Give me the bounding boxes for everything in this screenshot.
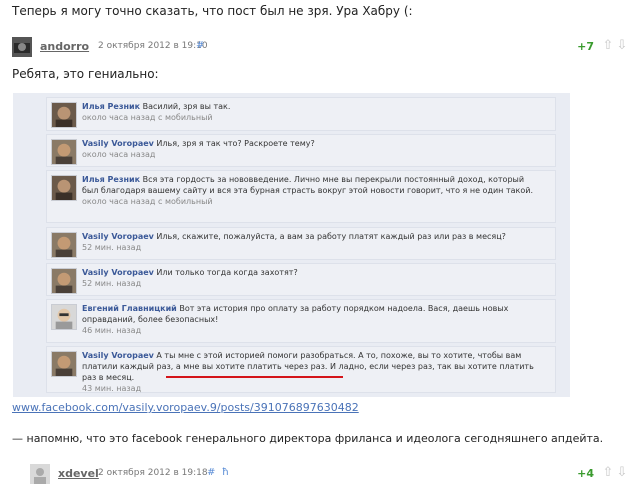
fb-text: Илья, скажите, пожалуйста, а вам за рабо… [156, 232, 506, 241]
fb-text: Вся эта гордость за нововведение. Лично … [82, 175, 533, 195]
fb-name[interactable]: Vasily Voropaev [82, 139, 154, 148]
avatar[interactable] [12, 37, 32, 57]
username[interactable]: andorro [40, 40, 89, 53]
comment-text-top: Теперь я могу точно сказать, что пост бы… [12, 4, 413, 18]
fb-comment: Vasily Voropaev Или только тогда когда з… [46, 263, 556, 296]
avatar [51, 351, 77, 377]
avatar[interactable] [30, 464, 50, 484]
vote-up-icon[interactable]: ⇧ [602, 38, 614, 53]
fb-time: около часа назад [82, 150, 156, 159]
fb-time: 46 мин. назад [82, 326, 142, 335]
comment-date: 2 октября 2012 в 19:18 [98, 468, 208, 478]
reply-icon[interactable]: ħ [222, 467, 229, 478]
fb-comment: Евгений Главницкий Вот эта история про о… [46, 299, 556, 343]
fb-name[interactable]: Vasily Voropaev [82, 232, 154, 241]
username[interactable]: xdevel [58, 467, 99, 480]
fb-name[interactable]: Vasily Voropaev [82, 268, 154, 277]
fb-time: около часа назад с мобильный [82, 113, 213, 122]
facebook-link[interactable]: www.facebook.com/vasily.voropaev.9/posts… [12, 401, 359, 414]
vote-up-icon[interactable]: ⇧ [602, 465, 614, 480]
comment-body: Ребята, это гениально: [12, 67, 159, 81]
red-underline [166, 376, 343, 378]
comment-header: xdevel 2 октября 2012 в 19:18 # ħ +4 ⇧ ⇩ [12, 464, 632, 484]
fb-name[interactable]: Илья Резник [82, 102, 140, 111]
fb-comment: Vasily Voropaev Илья, скажите, пожалуйст… [46, 227, 556, 260]
permalink[interactable]: # [207, 467, 215, 478]
facebook-screenshot: Илья Резник Василий, зря вы так. около ча… [13, 93, 570, 397]
fb-text: Василий, зря вы так. [142, 102, 231, 111]
avatar [51, 268, 77, 294]
vote-down-icon[interactable]: ⇩ [616, 38, 628, 53]
fb-comment: Vasily Voropaev А ты мне с этой историей… [46, 346, 556, 393]
fb-text: Илья, зря я так что? Раскроете тему? [156, 139, 315, 148]
fb-comment: Илья Резник Вся эта гордость за нововвед… [46, 170, 556, 223]
fb-text: Или только тогда когда захотят? [156, 268, 298, 277]
avatar [51, 102, 77, 128]
fb-time: около часа назад с мобильный [82, 197, 213, 206]
fb-name[interactable]: Илья Резник [82, 175, 140, 184]
fb-time: 43 мин. назад [82, 384, 142, 393]
avatar [51, 304, 77, 330]
fb-comment: Илья Резник Василий, зря вы так. около ча… [46, 97, 556, 131]
avatar [51, 139, 77, 165]
comment-date: 2 октября 2012 в 19:10 [98, 41, 208, 51]
vote-down-icon[interactable]: ⇩ [616, 465, 628, 480]
fb-time: 52 мин. назад [82, 243, 142, 252]
fb-comment: Vasily Voropaev Илья, зря я так что? Рас… [46, 134, 556, 167]
comment-header: andorro 2 октября 2012 в 19:10 # +7 ⇧ ⇩ [12, 37, 632, 57]
avatar [51, 232, 77, 258]
comment-score: +4 [577, 467, 594, 480]
avatar [51, 175, 77, 201]
fb-name[interactable]: Евгений Главницкий [82, 304, 177, 313]
fb-time: 52 мин. назад [82, 279, 142, 288]
comment-score: +7 [577, 40, 594, 53]
fb-name[interactable]: Vasily Voropaev [82, 351, 154, 360]
comment-note: — напомню, что это facebook генерального… [12, 432, 604, 445]
permalink[interactable]: # [196, 40, 204, 51]
